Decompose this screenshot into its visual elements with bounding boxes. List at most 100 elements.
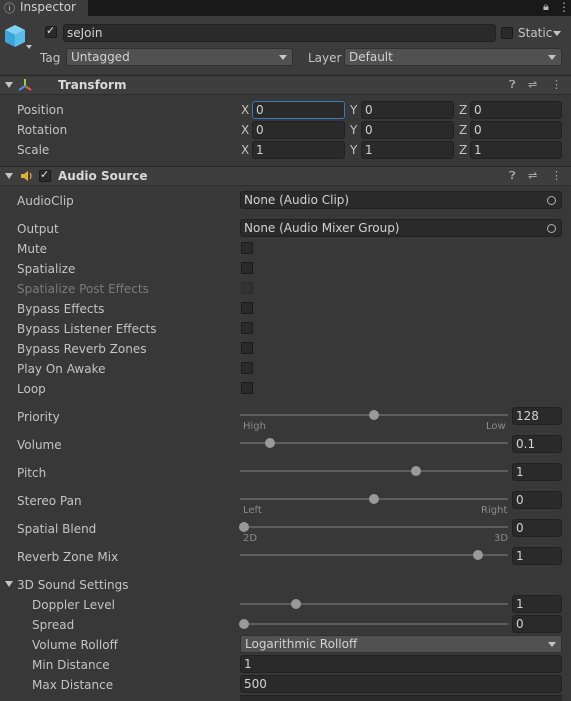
doppler-level-value-field[interactable]: 1 [512, 595, 562, 613]
slider-knob[interactable] [239, 619, 249, 629]
speaker-icon [21, 171, 32, 181]
rotation-label: Rotation [17, 123, 68, 137]
more-menu-icon[interactable]: ⋮ [558, 0, 570, 14]
object-picker-icon[interactable] [547, 224, 556, 233]
spatial-blend-value-field[interactable]: 0 [512, 519, 562, 537]
lock-icon[interactable]: 🔒︎ [543, 0, 549, 14]
slider-knob[interactable] [265, 438, 275, 448]
spatialize-checkbox[interactable] [241, 262, 253, 274]
slider-knob[interactable] [291, 599, 301, 609]
z-axis-label[interactable]: Z [459, 102, 467, 118]
context-menu-icon[interactable]: ⋮ [551, 78, 562, 92]
spatialize-post-effects-checkbox [241, 282, 253, 294]
slider-max-label: Low [486, 421, 506, 432]
slider-min-label: 2D [243, 533, 258, 544]
presets-icon[interactable]: ⇌ [528, 169, 537, 183]
bypass-listener-effects-checkbox[interactable] [241, 322, 253, 334]
volume-value-field[interactable]: 0.1 [512, 435, 562, 453]
static-dropdown-arrow[interactable] [553, 31, 561, 36]
x-axis-label[interactable]: X [241, 142, 249, 158]
static-checkbox[interactable] [501, 27, 513, 39]
y-axis-label[interactable]: Y [350, 142, 357, 158]
audio-clip-value: None (Audio Clip) [244, 193, 350, 207]
audio-clip-field[interactable]: None (Audio Clip) [240, 191, 562, 209]
y-axis-label[interactable]: Y [350, 122, 357, 138]
cube-icon [5, 25, 25, 47]
mute-checkbox[interactable] [241, 242, 253, 254]
audio-source-enabled-checkbox[interactable]: ✓ [39, 168, 51, 182]
tab-inspector[interactable]: ⓘ Inspector [0, 0, 88, 16]
position-y-field[interactable]: 0 [361, 101, 454, 119]
slider-track[interactable] [240, 554, 508, 556]
foldout-arrow-icon[interactable] [5, 173, 13, 179]
spatial-blend-label: Spatial Blend [17, 522, 97, 536]
slider-knob[interactable] [473, 550, 483, 560]
slider-track[interactable] [240, 603, 508, 605]
bypass-reverb-zones-checkbox[interactable] [241, 342, 253, 354]
slider-knob[interactable] [410, 466, 421, 476]
spread-value-field[interactable]: 0 [512, 615, 562, 633]
reverb-zone-mix-value-field[interactable]: 1 [512, 547, 562, 565]
static-label[interactable]: Static [518, 25, 552, 41]
audio-clip-label: AudioClip [17, 194, 74, 208]
layer-value: Default [349, 50, 393, 64]
info-icon: ⓘ [4, 2, 15, 15]
max-distance-field[interactable]: 500 [240, 675, 562, 693]
stereo-pan-value-field[interactable]: 0 [512, 491, 562, 509]
output-value: None (Audio Mixer Group) [244, 221, 400, 235]
slider-track[interactable] [240, 623, 508, 625]
scale-x-field[interactable]: 1 [252, 141, 345, 159]
chevron-down-icon [548, 55, 556, 60]
slider-knob[interactable] [369, 410, 379, 420]
sound3d-foldout-label[interactable]: 3D Sound Settings [17, 577, 129, 593]
min-distance-field[interactable]: 1 [240, 655, 562, 673]
tag-dropdown[interactable]: Untagged [66, 48, 293, 66]
help-icon[interactable]: ❓︎ [509, 78, 516, 92]
scale-y-field[interactable]: 1 [361, 141, 454, 159]
y-axis-label[interactable]: Y [350, 102, 357, 118]
priority-value-field[interactable]: 128 [512, 407, 562, 425]
position-label: Position [17, 103, 64, 117]
presets-icon[interactable]: ⇌ [528, 78, 537, 92]
rotation-y-field[interactable]: 0 [361, 121, 454, 139]
foldout-arrow-icon[interactable] [5, 581, 13, 587]
scale-z-field[interactable]: 1 [470, 141, 562, 159]
toggle-label: Loop [17, 382, 46, 396]
volume-rolloff-dropdown[interactable]: Logarithmic Rolloff [240, 635, 562, 653]
transform-title: Transform [58, 78, 127, 92]
object-name-field[interactable]: seJoin [63, 24, 496, 42]
slider-track[interactable] [240, 442, 508, 444]
volume-label: Volume [17, 438, 62, 452]
active-checkbox[interactable]: ✓ [45, 24, 57, 38]
x-axis-label[interactable]: X [241, 102, 249, 118]
tag-value: Untagged [71, 50, 130, 64]
toggle-label: Bypass Listener Effects [17, 322, 157, 336]
foldout-arrow-icon[interactable] [5, 82, 13, 88]
help-icon[interactable]: ❓︎ [509, 169, 516, 183]
object-picker-icon[interactable] [547, 196, 556, 205]
slider-knob[interactable] [239, 522, 249, 532]
transform-icon [18, 79, 32, 91]
chevron-down-icon[interactable] [26, 45, 32, 49]
slider-knob[interactable] [369, 494, 379, 504]
play-on-awake-checkbox[interactable] [241, 362, 253, 374]
rotation-x-field[interactable]: 0 [252, 121, 345, 139]
tag-label: Tag [40, 51, 61, 65]
bypass-effects-checkbox[interactable] [241, 302, 253, 314]
x-axis-label[interactable]: X [241, 122, 249, 138]
rotation-z-field[interactable]: 0 [470, 121, 562, 139]
position-z-field[interactable]: 0 [470, 101, 562, 119]
slider-track[interactable] [240, 470, 508, 472]
z-axis-label[interactable]: Z [459, 122, 467, 138]
output-field[interactable]: None (Audio Mixer Group) [240, 219, 562, 237]
slider-min-label: High [243, 421, 266, 432]
context-menu-icon[interactable]: ⋮ [551, 169, 562, 183]
slider-track[interactable] [240, 526, 508, 528]
position-x-field[interactable]: 0 [252, 101, 345, 119]
loop-checkbox[interactable] [241, 382, 253, 394]
chevron-down-icon [279, 55, 287, 60]
pitch-value-field[interactable]: 1 [512, 463, 562, 481]
layer-label: Layer [308, 51, 342, 65]
layer-dropdown[interactable]: Default [344, 48, 562, 66]
z-axis-label[interactable]: Z [459, 142, 467, 158]
